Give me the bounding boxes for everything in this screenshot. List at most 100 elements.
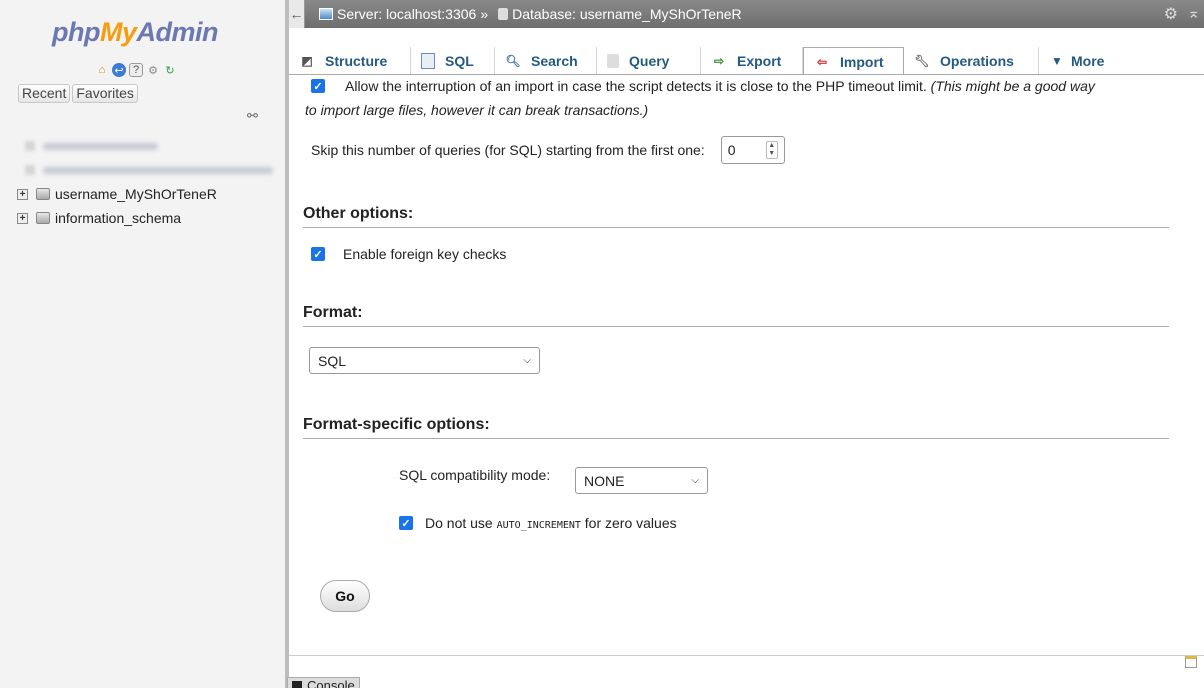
breadcrumb-server[interactable]: Server: localhost:3306 xyxy=(337,6,476,22)
skip-queries-label: Skip this number of queries (for SQL) st… xyxy=(311,142,705,158)
gear-icon[interactable]: ⚙ xyxy=(1164,4,1178,24)
search-icon: 🔍︎ xyxy=(505,54,521,68)
database-icon xyxy=(498,8,509,20)
tab-operations[interactable]: 🔧︎ Operations xyxy=(904,47,1039,75)
documentation-icon[interactable]: ? xyxy=(129,63,143,77)
chevron-down-icon: ⌵ xyxy=(691,475,699,486)
page-settings-icon[interactable] xyxy=(1185,656,1197,668)
autoinc-suffix: for zero values xyxy=(584,515,677,531)
allow-interrupt-text: Allow the interruption of an import in c… xyxy=(345,78,927,94)
tab-label: Export xyxy=(737,53,782,69)
home-icon[interactable]: ⌂ xyxy=(95,63,109,77)
link-icon[interactable]: ⚯ xyxy=(247,108,258,124)
query-icon xyxy=(607,54,619,68)
tab-export[interactable]: ⇨ Export xyxy=(701,47,803,75)
tab-label: Query xyxy=(629,53,670,69)
database-tree: + username_MyShOrTeneR + information_sch… xyxy=(17,134,273,230)
format-specific-heading: Format-specific options: xyxy=(303,416,1169,439)
database-name[interactable]: information_schema xyxy=(55,210,181,226)
number-spinner-icon[interactable]: ▲ ▼ xyxy=(765,141,778,159)
tab-search[interactable]: 🔍︎ Search xyxy=(495,47,597,75)
server-icon xyxy=(319,8,333,20)
foreign-key-option: ✓ Enable foreign key checks xyxy=(311,246,506,262)
export-icon: ⇨ xyxy=(713,54,725,68)
skip-queries-option: Skip this number of queries (for SQL) st… xyxy=(311,136,785,164)
console-toggle[interactable]: Console xyxy=(287,677,360,688)
no-auto-increment-label: Do not use AUTO_INCREMENT for zero value… xyxy=(425,515,677,531)
tree-item-database[interactable]: + information_schema xyxy=(17,206,273,230)
collapse-nav-icon[interactable]: ← xyxy=(289,0,305,28)
nav-icon-bar: ⌂ ↩ ? ⚙ ↻ xyxy=(95,63,177,77)
database-name[interactable]: username_MyShOrTeneR xyxy=(55,186,217,202)
console-icon xyxy=(292,681,302,688)
allow-interrupt-hint: (This might be a good way xyxy=(930,78,1095,94)
triangle-down-icon: ▼ xyxy=(1051,54,1063,68)
expand-icon[interactable]: + xyxy=(17,188,28,200)
no-auto-increment-checkbox[interactable]: ✓ xyxy=(399,516,413,530)
format-select-value: SQL xyxy=(318,352,347,369)
phpmyadmin-logo[interactable]: phpMyAdmin xyxy=(52,17,218,48)
import-icon: ⇦ xyxy=(816,54,828,69)
breadcrumb-separator: » xyxy=(480,6,489,22)
allow-interrupt-hint-continued: to import large files, however it can br… xyxy=(305,102,649,118)
database-icon xyxy=(25,165,35,175)
chevron-down-icon: ⌵ xyxy=(523,355,531,366)
tab-sql[interactable]: SQL xyxy=(411,47,495,75)
tab-label: Operations xyxy=(940,53,1014,69)
skip-queries-input[interactable]: 0 ▲ ▼ xyxy=(720,136,785,164)
foreign-key-checkbox[interactable]: ✓ xyxy=(311,247,325,261)
allow-interrupt-option: ✓ Allow the interruption of an import in… xyxy=(311,78,1095,94)
recent-favorites-tabs: Recent Favorites xyxy=(18,84,138,103)
database-icon xyxy=(25,141,35,151)
breadcrumb-bar: ← Server: localhost:3306 » Database: use… xyxy=(289,0,1204,28)
main-tabs: ◩ Structure SQL 🔍︎ Search Query ⇨ Export… xyxy=(289,47,1204,75)
database-icon xyxy=(36,212,50,224)
navigation-panel: phpMyAdmin ⌂ ↩ ? ⚙ ↻ Recent Favorites ⚯ … xyxy=(0,0,285,688)
compatibility-mode-value: NONE xyxy=(584,472,625,489)
tabs-spacer xyxy=(289,28,1204,47)
autoinc-prefix: Do not use xyxy=(425,515,493,531)
expand-icon[interactable]: + xyxy=(17,212,28,224)
breadcrumb: Server: localhost:3306 » Database: usern… xyxy=(319,6,742,22)
redacted-db-name xyxy=(43,142,158,150)
redacted-db-name xyxy=(43,166,273,174)
tab-query[interactable]: Query xyxy=(597,47,701,75)
settings-icon[interactable]: ⚙ xyxy=(146,63,160,77)
structure-icon: ◩ xyxy=(301,54,313,68)
console-divider xyxy=(289,655,1204,656)
allow-interrupt-checkbox[interactable]: ✓ xyxy=(311,79,325,93)
tree-item-database[interactable]: + username_MyShOrTeneR xyxy=(17,182,273,206)
format-heading: Format: xyxy=(303,304,1169,327)
tab-label: More xyxy=(1071,53,1105,69)
tab-label: Search xyxy=(531,53,578,69)
breadcrumb-database[interactable]: Database: username_MyShOrTeneR xyxy=(512,6,742,22)
collapse-up-icon[interactable]: ⌅ xyxy=(1187,4,1200,22)
foreign-key-label: Enable foreign key checks xyxy=(343,246,507,262)
recent-button[interactable]: Recent xyxy=(18,84,71,103)
favorites-button[interactable]: Favorites xyxy=(72,84,138,103)
no-auto-increment-option: ✓ Do not use AUTO_INCREMENT for zero val… xyxy=(399,515,677,531)
wrench-icon: 🔧︎ xyxy=(914,54,930,68)
compatibility-mode-select[interactable]: NONE ⌵ xyxy=(575,467,708,494)
logo-text-php: php xyxy=(52,17,100,47)
tab-structure[interactable]: ◩ Structure xyxy=(289,47,411,75)
format-select[interactable]: SQL ⌵ xyxy=(309,347,540,374)
tab-label: SQL xyxy=(445,53,474,69)
tab-import[interactable]: ⇦ Import xyxy=(803,47,904,75)
compatibility-mode-option: SQL compatibility mode: xyxy=(399,467,550,483)
logout-icon[interactable]: ↩ xyxy=(112,63,126,77)
autoinc-code: AUTO_INCREMENT xyxy=(496,520,581,531)
tab-label: Structure xyxy=(325,53,388,69)
skip-queries-value: 0 xyxy=(727,142,736,158)
tree-item-blurred[interactable] xyxy=(17,158,273,182)
logo-text-my: My xyxy=(99,17,137,47)
tree-item-blurred[interactable] xyxy=(17,134,273,158)
go-button[interactable]: Go xyxy=(320,580,370,612)
reload-icon[interactable]: ↻ xyxy=(163,63,177,77)
logo-text-admin: Admin xyxy=(136,17,219,47)
import-form: ✓ Allow the interruption of an import in… xyxy=(289,75,1189,655)
allow-interrupt-label: Allow the interruption of an import in c… xyxy=(345,78,1095,94)
database-icon xyxy=(36,188,50,200)
console-label: Console xyxy=(307,677,355,688)
tab-more[interactable]: ▼ More xyxy=(1039,47,1128,75)
